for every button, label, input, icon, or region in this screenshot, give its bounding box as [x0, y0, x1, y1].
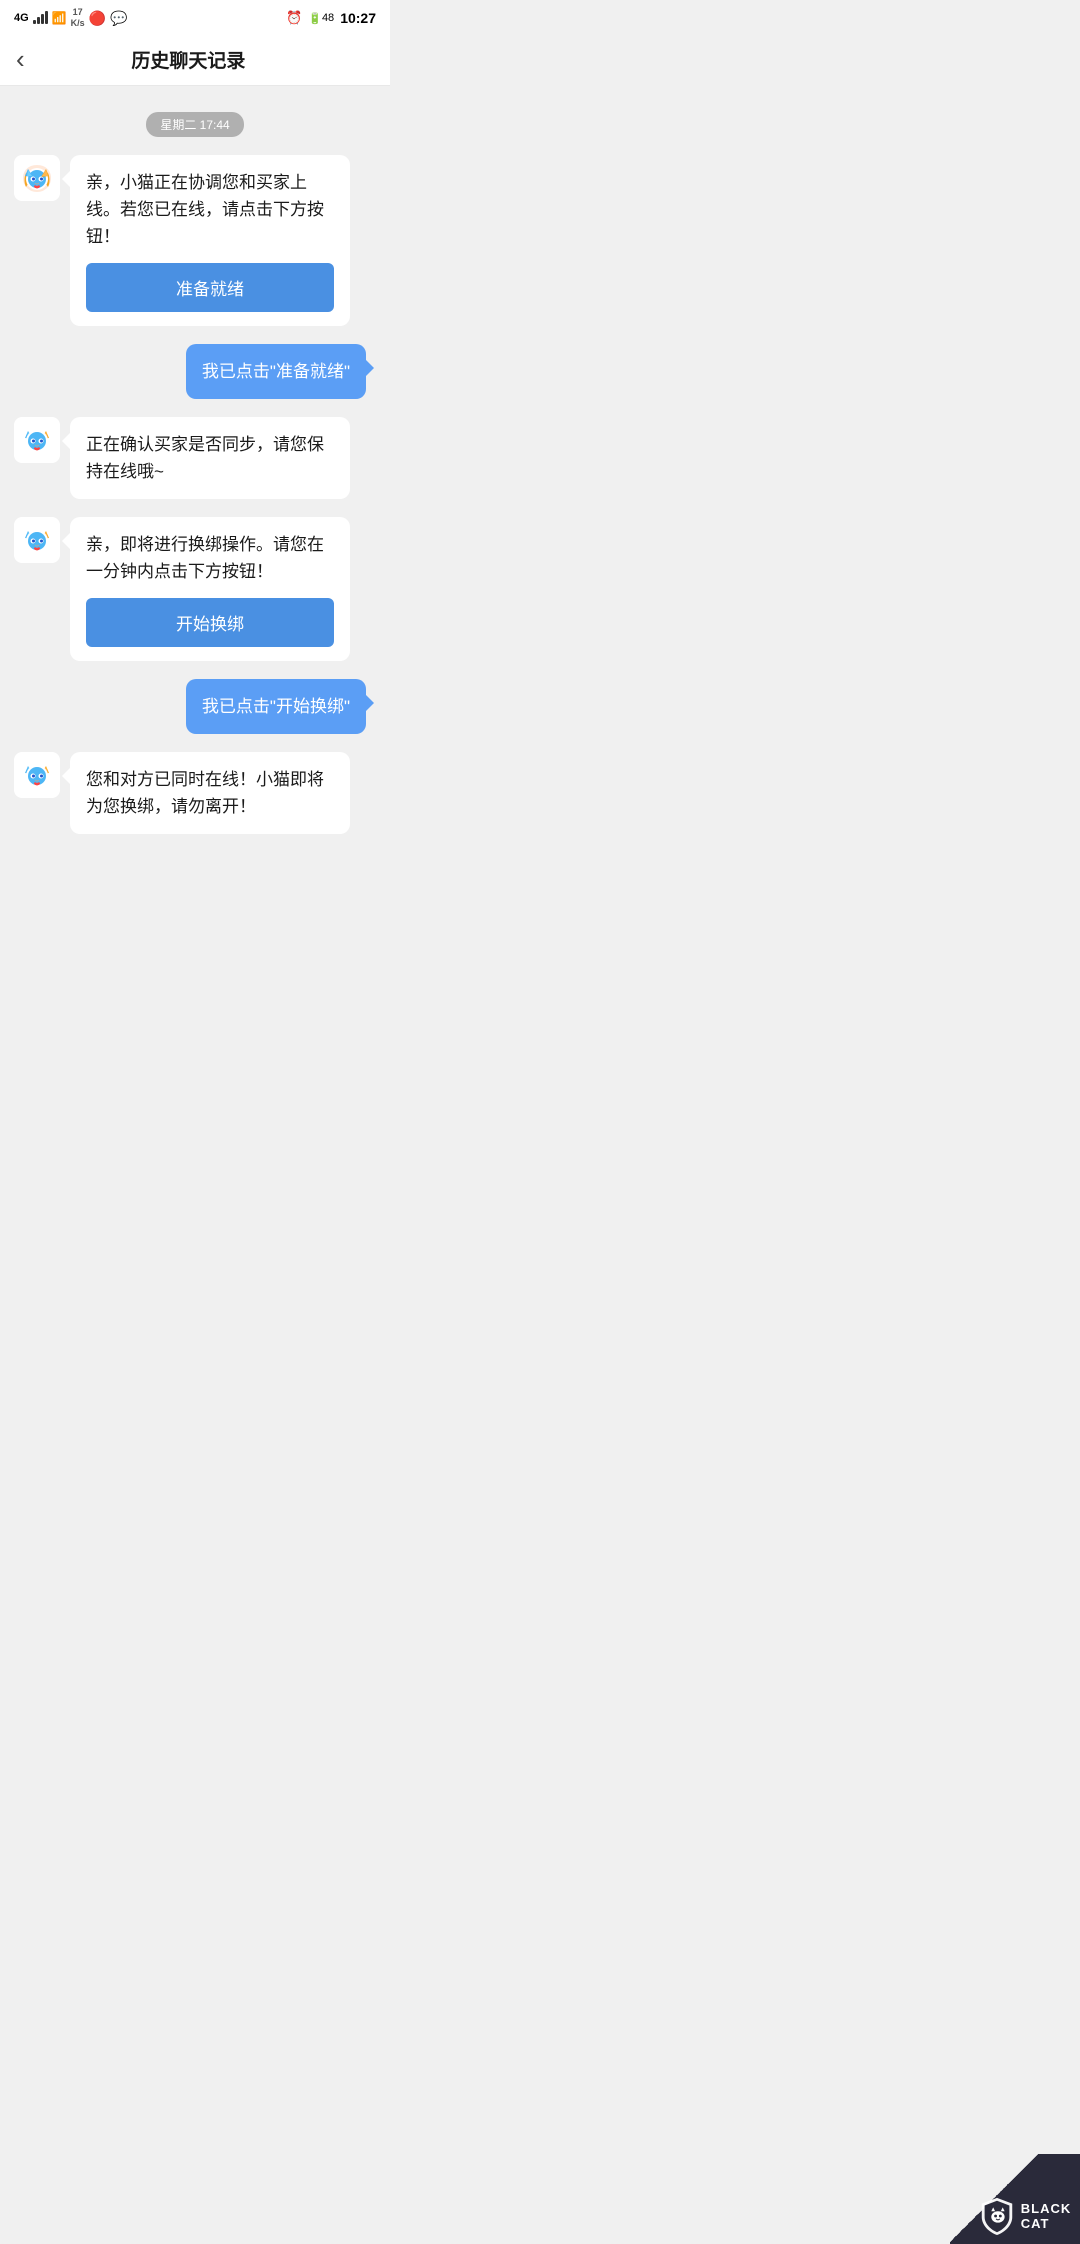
user-bubble: 我已点击"准备就绪"	[186, 344, 366, 399]
wifi-icon: 📶	[52, 11, 67, 25]
user-bubble-text-2: 我已点击"开始换绑"	[202, 697, 350, 716]
bot-avatar-3	[14, 517, 60, 563]
status-left: 4G 📶 17 K/s 🔴 💬	[14, 7, 128, 29]
page-title: 历史聊天记录	[33, 46, 344, 73]
watermark-cat: CAT	[1021, 2216, 1072, 2231]
watermark-background: BLACK CAT	[950, 2154, 1080, 2244]
msg-row: 亲，小猫正在协调您和买家上线。若您已在线，请点击下方按钮！ 准备就绪	[14, 155, 376, 326]
timestamp-badge: 星期二 17:44	[14, 112, 376, 137]
watermark-text: BLACK CAT	[1021, 2201, 1072, 2231]
msg-row-bot3: 亲，即将进行换绑操作。请您在一分钟内点击下方按钮！ 开始换绑	[14, 517, 376, 660]
bot-avatar-4	[14, 752, 60, 798]
watermark: BLACK CAT	[970, 2164, 1080, 2244]
watermark-black: BLACK	[1021, 2201, 1072, 2216]
bot-avatar-2	[14, 417, 60, 463]
signal-bars	[33, 12, 48, 24]
chat-bubble-4: 您和对方已同时在线！小猫即将为您换绑，请勿离开！	[70, 752, 350, 834]
timestamp-text: 星期二 17:44	[146, 112, 243, 137]
bubble-text-3: 亲，即将进行换绑操作。请您在一分钟内点击下方按钮！	[86, 535, 324, 581]
watermark-logo: BLACK CAT	[979, 2196, 1072, 2236]
msg-row-bot4: 您和对方已同时在线！小猫即将为您换绑，请勿离开！	[14, 752, 376, 834]
user-bubble-2: 我已点击"开始换绑"	[186, 679, 366, 734]
speed-text: 17 K/s	[71, 7, 85, 29]
app-icon-2: 💬	[110, 10, 127, 27]
status-right: ⏰ 🔋48 10:27	[286, 10, 376, 26]
ready-button[interactable]: 准备就绪	[86, 263, 334, 312]
chat-bubble: 亲，小猫正在协调您和买家上线。若您已在线，请点击下方按钮！ 准备就绪	[70, 155, 350, 326]
bubble-text-4: 您和对方已同时在线！小猫即将为您换绑，请勿离开！	[86, 770, 324, 816]
bubble-text: 亲，小猫正在协调您和买家上线。若您已在线，请点击下方按钮！	[86, 173, 324, 246]
alarm-icon: ⏰	[286, 10, 302, 26]
chat-bubble-3: 亲，即将进行换绑操作。请您在一分钟内点击下方按钮！ 开始换绑	[70, 517, 350, 660]
signal-label: 4G	[14, 12, 29, 24]
back-button[interactable]: ‹	[16, 44, 33, 75]
clock: 10:27	[340, 10, 376, 26]
status-bar: 4G 📶 17 K/s 🔴 💬 ⏰ 🔋48 10:27	[0, 0, 390, 34]
bot-avatar	[14, 155, 60, 201]
shield-icon	[979, 2196, 1015, 2236]
swap-button[interactable]: 开始换绑	[86, 598, 334, 647]
battery-icon: 🔋48	[308, 12, 334, 25]
msg-row-user2: 我已点击"开始换绑"	[14, 679, 376, 734]
chat-area: 星期二 17:44	[0, 86, 390, 872]
msg-row-user: 我已点击"准备就绪"	[14, 344, 376, 399]
msg-row-bot2: 正在确认买家是否同步，请您保持在线哦~	[14, 417, 376, 499]
header: ‹ 历史聊天记录	[0, 34, 390, 86]
chat-bubble-2: 正在确认买家是否同步，请您保持在线哦~	[70, 417, 350, 499]
back-icon: ‹	[16, 44, 25, 74]
bubble-text-2: 正在确认买家是否同步，请您保持在线哦~	[86, 435, 324, 481]
app-icon-1: 🔴	[89, 10, 106, 27]
user-bubble-text: 我已点击"准备就绪"	[202, 362, 350, 381]
